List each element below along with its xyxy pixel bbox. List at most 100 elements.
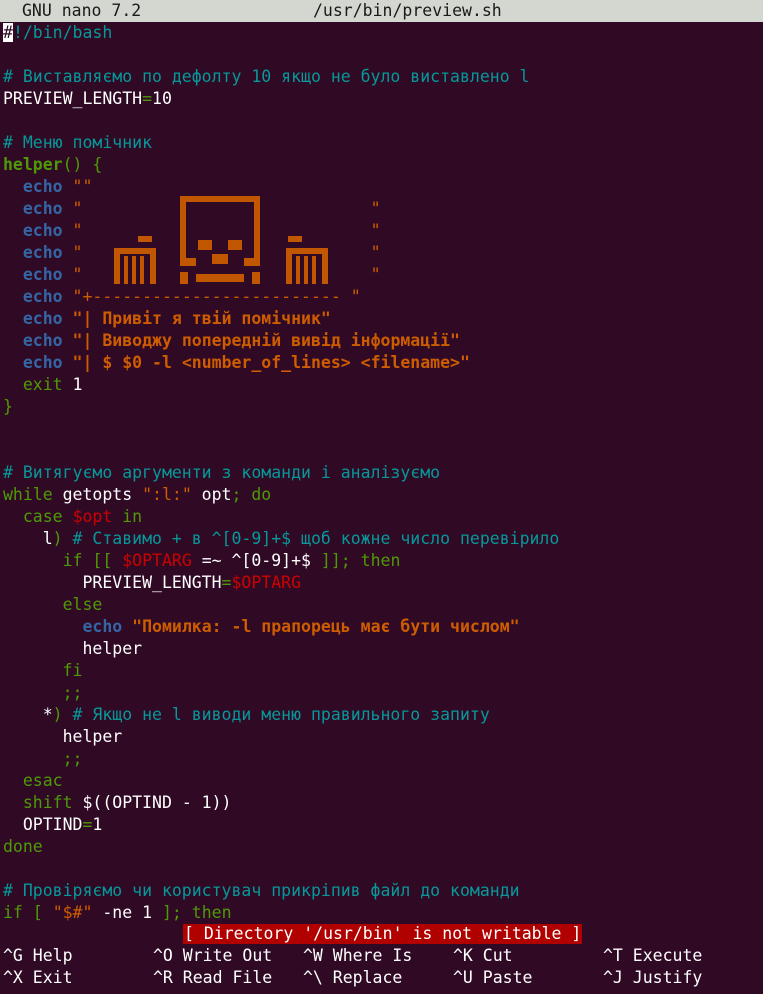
code-line: PREVIEW_LENGTH=$OPTARG xyxy=(3,572,559,594)
code-token: # Якщо не l виводи меню правильного запи… xyxy=(72,705,490,724)
shortcut-key: ^R xyxy=(153,968,173,987)
code-token: "$#" xyxy=(52,903,93,922)
code-token: if [ xyxy=(3,903,43,922)
code-token: OPTIND xyxy=(3,815,83,834)
shortcut-label: Paste xyxy=(472,968,533,987)
art-block xyxy=(296,256,300,284)
code-token: ;; xyxy=(62,749,83,768)
art-block xyxy=(288,236,302,242)
art-block xyxy=(140,256,144,284)
code-token: ":l:" xyxy=(142,485,192,504)
code-token: PREVIEW_LENGTH xyxy=(3,573,222,592)
code-token: shift xyxy=(22,793,73,812)
shortcut-execute[interactable]: ^T Execute xyxy=(603,945,702,967)
code-line: # Меню помічник xyxy=(3,132,559,154)
code-token: echo xyxy=(22,353,63,372)
art-block xyxy=(186,258,196,266)
skull-ascii-art xyxy=(114,196,328,284)
code-line: exit 1 xyxy=(3,374,559,396)
shortcut-where-is[interactable]: ^W Where Is xyxy=(303,945,412,967)
shortcut-read-file[interactable]: ^R Read File xyxy=(153,967,272,989)
code-line: fi xyxy=(3,660,559,682)
code-line: l) # Ставимо + в ^[0-9]+$ щоб кожне числ… xyxy=(3,528,560,550)
code-token: echo xyxy=(22,221,63,240)
shortcut-label: Replace xyxy=(322,968,403,987)
shortcut-label: Execute xyxy=(622,946,703,965)
code-line: # Виставляємо по дефолту 10 якщо не було… xyxy=(3,66,559,88)
code-line: shift $((OPTIND - 1)) xyxy=(3,792,559,814)
code-token: ; do xyxy=(231,485,272,504)
code-token: "| Виводжу попередній вивід інформації" xyxy=(62,331,460,350)
code-token: echo xyxy=(22,287,63,306)
code-token: $((OPTIND - 1)) xyxy=(72,793,232,812)
code-token: ) xyxy=(52,705,63,724)
shortcut-key: ^U xyxy=(453,968,473,987)
code-token: PREVIEW_LENGTH xyxy=(3,89,143,108)
code-token: $OPTARG xyxy=(122,551,192,570)
art-block xyxy=(180,272,188,284)
art-block xyxy=(212,254,228,264)
code-token: 1 xyxy=(62,375,83,394)
art-block xyxy=(244,258,254,266)
code-line: esac xyxy=(3,770,559,792)
shortcut-justify[interactable]: ^J Justify xyxy=(603,967,702,989)
code-token: # Провіряємо чи користувач прикріпив фай… xyxy=(3,881,520,900)
code-token: helper xyxy=(3,727,123,746)
code-token: !/bin/bash xyxy=(12,23,113,42)
code-token: # Меню помічник xyxy=(3,133,153,152)
code-line: ;; xyxy=(3,682,559,704)
shortcut-label: Justify xyxy=(622,968,703,987)
shortcut-label: Cut xyxy=(472,946,513,965)
code-line: echo "Помилка: -l прапорець має бути чис… xyxy=(3,616,559,638)
shortcut-exit[interactable]: ^X Exit xyxy=(3,967,73,989)
shortcut-paste[interactable]: ^U Paste xyxy=(453,967,532,989)
art-block xyxy=(228,240,242,250)
shortcut-replace[interactable]: ^\ Replace xyxy=(303,967,402,989)
code-line: OPTIND=1 xyxy=(3,814,559,836)
code-token: 1 xyxy=(92,815,103,834)
shortcut-help[interactable]: ^G Help xyxy=(3,945,73,967)
code-token: getopts xyxy=(52,485,143,504)
code-line: done xyxy=(3,836,559,858)
code-token: if [[ xyxy=(62,551,113,570)
code-editor[interactable]: #!/bin/bash # Виставляємо по дефолту 10 я… xyxy=(3,22,559,924)
code-token: () { xyxy=(62,155,103,174)
code-token: echo xyxy=(22,243,63,262)
code-line: while getopts ":l:" opt; do xyxy=(3,484,559,506)
shortcut-key: ^O xyxy=(153,946,173,965)
code-token: -ne 1 xyxy=(92,903,162,922)
code-token: * xyxy=(3,705,53,724)
code-token: ;; xyxy=(62,683,83,702)
code-token: echo xyxy=(22,265,63,284)
shortcut-label: Write Out xyxy=(172,946,273,965)
shortcut-write-out[interactable]: ^O Write Out xyxy=(153,945,272,967)
nano-titlebar: GNU nano 7.2 /usr/bin/preview.sh xyxy=(0,0,763,22)
code-token: "Помилка: -l прапорець має бути числом" xyxy=(122,617,520,636)
shortcut-label: Where Is xyxy=(322,946,413,965)
art-block xyxy=(180,196,186,266)
shortcut-cut[interactable]: ^K Cut xyxy=(453,945,513,967)
code-token: ]; then xyxy=(161,903,232,922)
code-token: "" xyxy=(62,177,93,196)
shortcut-label: Help xyxy=(22,946,73,965)
code-token: = xyxy=(142,89,153,108)
code-token: esac xyxy=(22,771,63,790)
shortcut-key: ^K xyxy=(453,946,473,965)
code-line: helper xyxy=(3,638,559,660)
code-line: echo "+------------------------- " xyxy=(3,286,559,308)
code-token: l xyxy=(3,529,53,548)
code-token: opt xyxy=(191,485,232,504)
code-line: case $opt in xyxy=(3,506,559,528)
code-token: exit xyxy=(22,375,63,394)
code-token: done xyxy=(3,837,43,856)
